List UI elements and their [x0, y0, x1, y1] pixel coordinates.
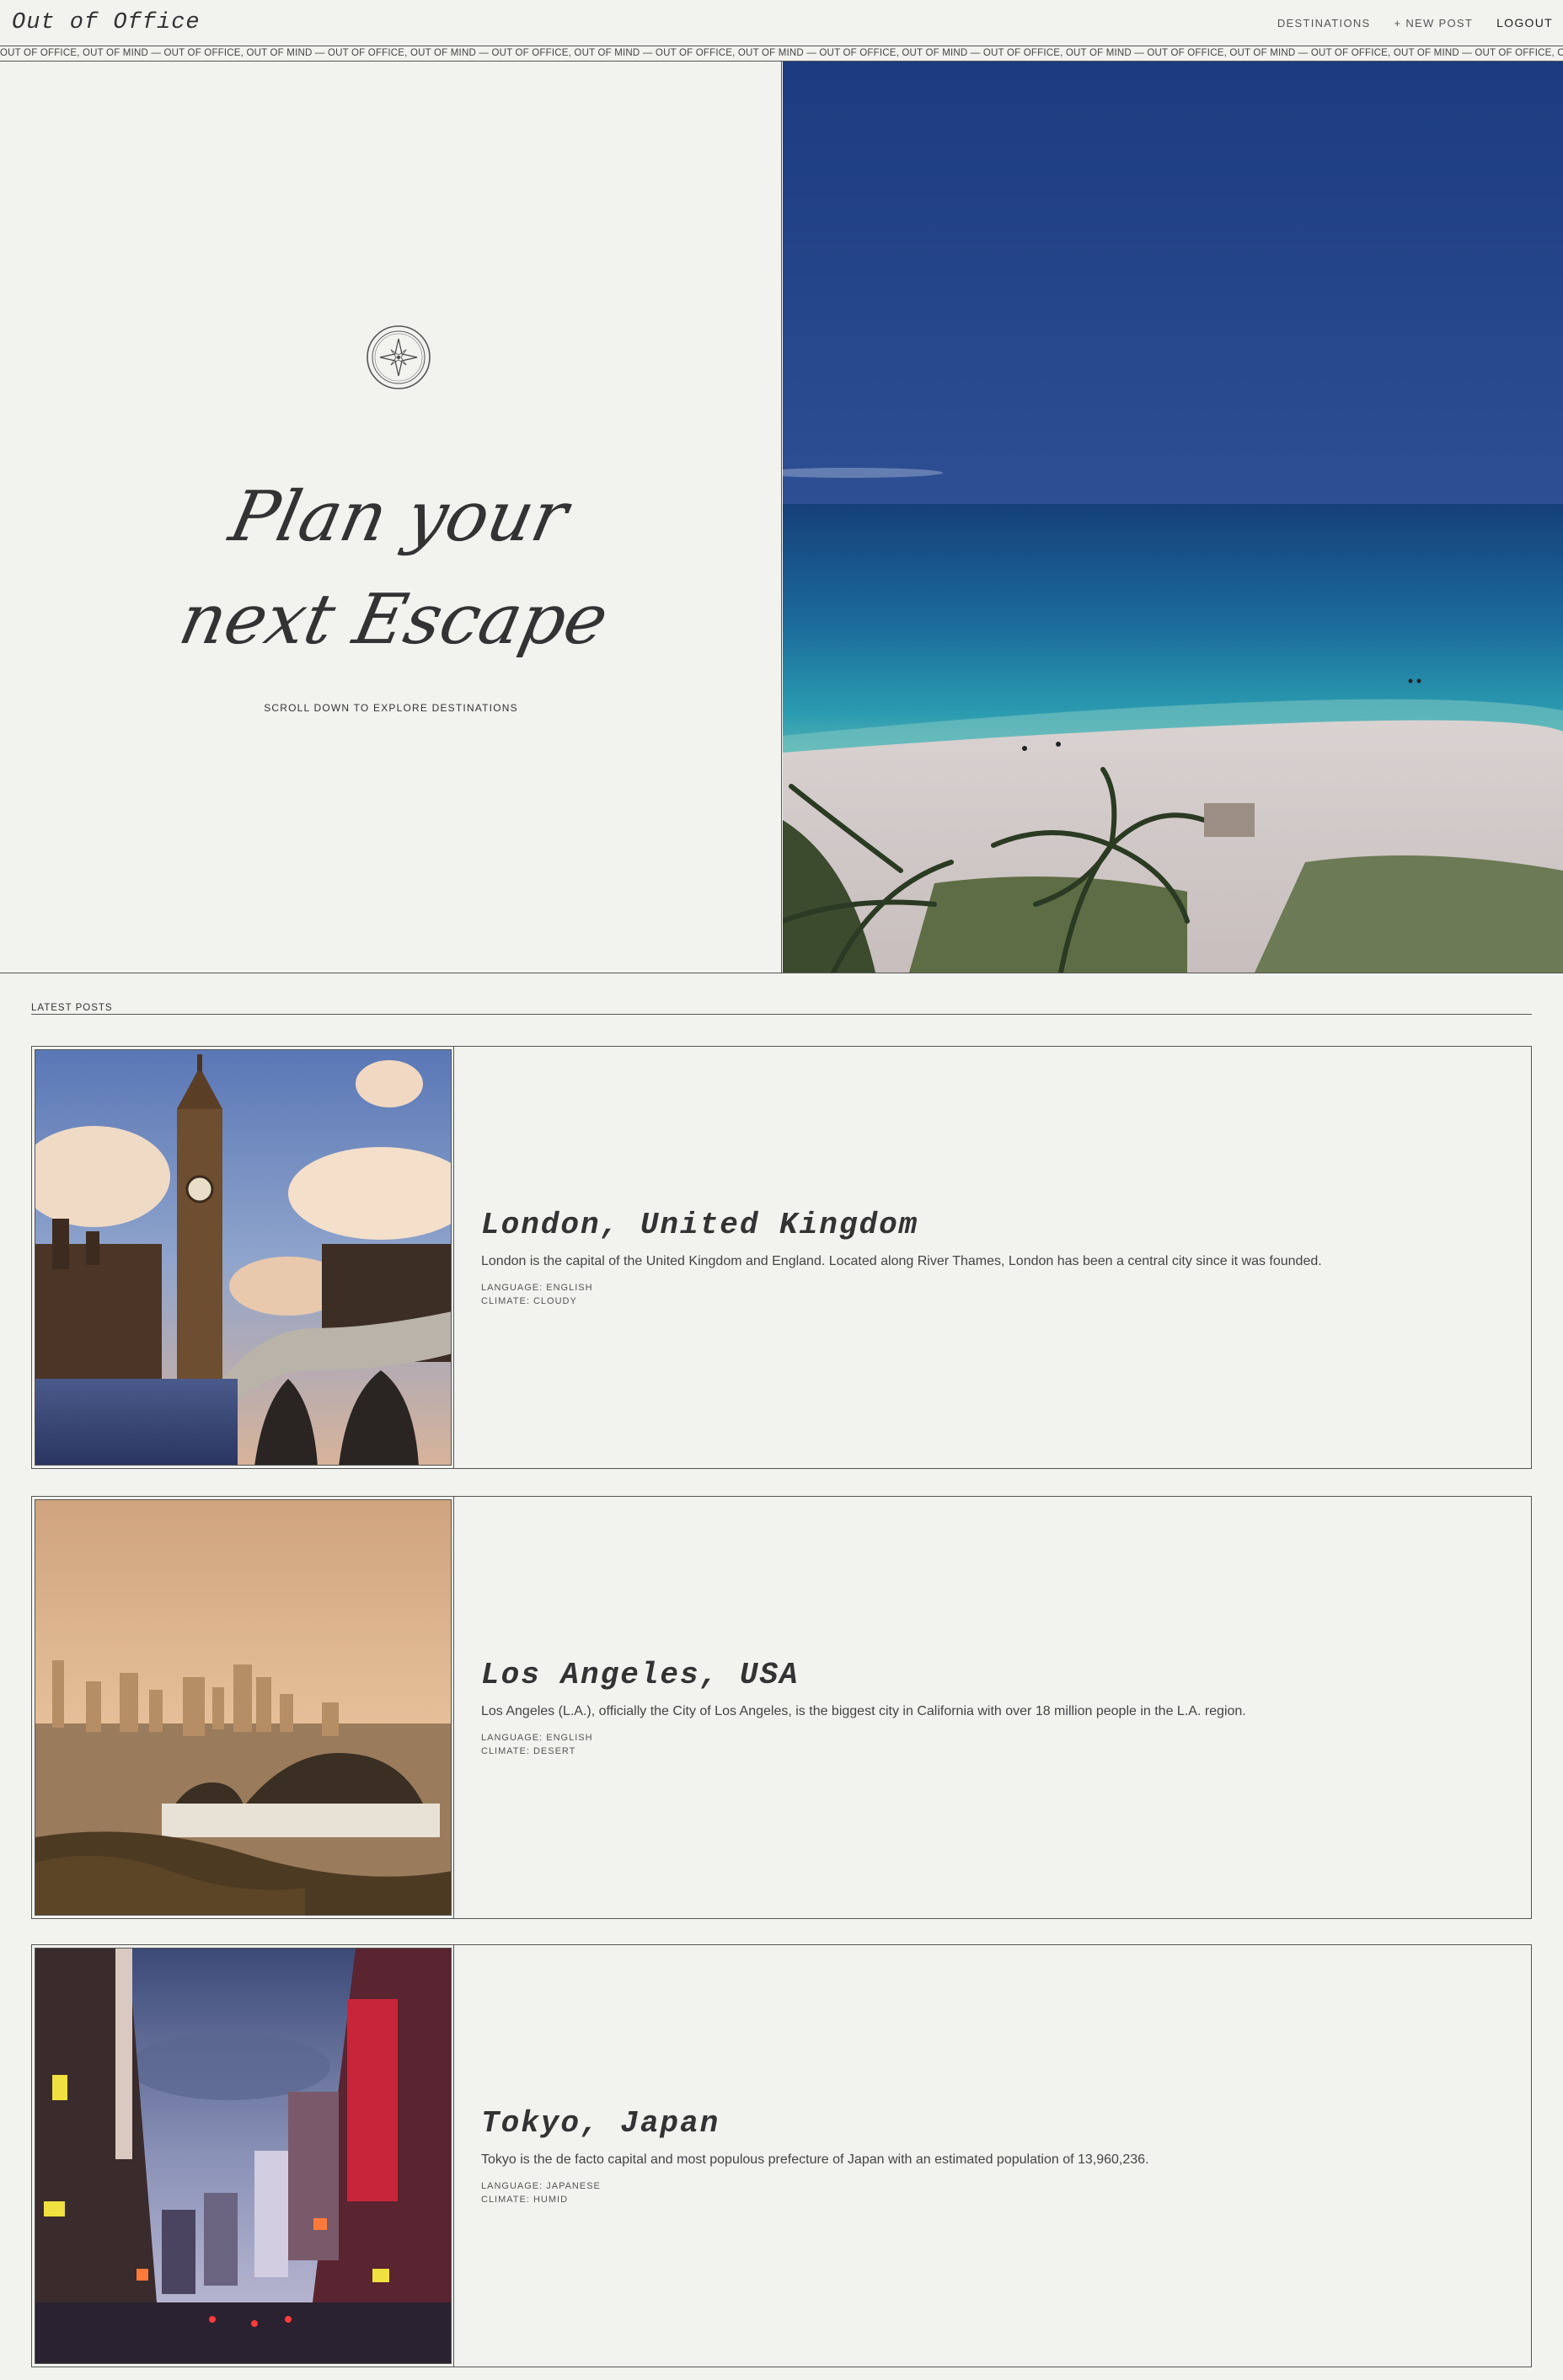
nav-links: DESTINATIONS + NEW POST LOGOUT: [1277, 16, 1553, 29]
latest-posts-divider: [31, 1014, 1532, 1015]
post-climate: CLIMATE: HUMID: [481, 2194, 569, 2205]
hero-title-line2: next Escape: [173, 579, 613, 660]
logout-link[interactable]: LOGOUT: [1496, 16, 1553, 29]
hero-text-panel: Plan your next Escape SCROLL DOWN TO EXP…: [0, 62, 782, 973]
post-image-tokyo[interactable]: [35, 1948, 452, 2364]
marquee-text: OUT OF OFFICE, OUT OF MIND — OUT OF OFFI…: [0, 48, 1563, 58]
post-image-los-angeles[interactable]: [35, 1499, 452, 1916]
latest-posts-label: LATEST POSTS: [31, 1003, 113, 1013]
post-language: LANGUAGE: JAPANESE: [481, 2180, 601, 2191]
beach-illustration: [783, 62, 1563, 973]
post-title[interactable]: Tokyo, Japan: [481, 2106, 1509, 2141]
post-climate: CLIMATE: DESERT: [481, 1745, 576, 1756]
los-angeles-illustration: [35, 1500, 451, 1915]
hero-beach-image: [783, 62, 1563, 973]
hero-title: Plan your next Escape: [173, 476, 613, 660]
post-divider: [453, 1047, 454, 1468]
london-illustration: [35, 1050, 451, 1465]
post-body: London, United Kingdom London is the cap…: [481, 1047, 1509, 1468]
post-description: London is the capital of the United King…: [481, 1253, 1322, 1268]
post-language: LANGUAGE: ENGLISH: [481, 1282, 593, 1293]
post-climate: CLIMATE: CLOUDY: [481, 1295, 577, 1306]
compass-icon: [367, 325, 431, 389]
post-body: Tokyo, Japan Tokyo is the de facto capit…: [481, 1945, 1509, 2367]
post-card-london[interactable]: London, United Kingdom London is the cap…: [31, 1046, 1532, 1469]
post-card-los-angeles[interactable]: Los Angeles, USA Los Angeles (L.A.), off…: [31, 1496, 1532, 1919]
post-description: Los Angeles (L.A.), officially the City …: [481, 1703, 1246, 1718]
brand-logo[interactable]: Out of Office: [12, 10, 201, 35]
scroll-hint: SCROLL DOWN TO EXPLORE DESTINATIONS: [264, 702, 518, 714]
post-meta: LANGUAGE: ENGLISH CLIMATE: CLOUDY: [481, 1281, 1509, 1308]
post-divider: [453, 1497, 454, 1918]
post-title[interactable]: London, United Kingdom: [481, 1208, 1509, 1242]
hero-title-line1: Plan your: [222, 476, 578, 557]
post-divider: [453, 1945, 454, 2367]
nav-destinations-link[interactable]: DESTINATIONS: [1277, 17, 1371, 29]
marquee-banner: OUT OF OFFICE, OUT OF MIND — OUT OF OFFI…: [0, 46, 1563, 62]
post-title[interactable]: Los Angeles, USA: [481, 1658, 1509, 1692]
post-card-tokyo[interactable]: Tokyo, Japan Tokyo is the de facto capit…: [31, 1944, 1532, 2367]
post-meta: LANGUAGE: JAPANESE CLIMATE: HUMID: [481, 2179, 1509, 2206]
nav-new-post-link[interactable]: + NEW POST: [1394, 17, 1474, 29]
post-meta: LANGUAGE: ENGLISH CLIMATE: DESERT: [481, 1731, 1509, 1758]
hero-section: Plan your next Escape SCROLL DOWN TO EXP…: [0, 62, 1563, 973]
tokyo-illustration: [35, 1948, 451, 2363]
top-nav: Out of Office DESTINATIONS + NEW POST LO…: [0, 0, 1563, 46]
post-language: LANGUAGE: ENGLISH: [481, 1732, 593, 1743]
post-description: Tokyo is the de facto capital and most p…: [481, 2152, 1149, 2167]
post-body: Los Angeles, USA Los Angeles (L.A.), off…: [481, 1497, 1509, 1918]
post-image-london[interactable]: [35, 1049, 452, 1466]
